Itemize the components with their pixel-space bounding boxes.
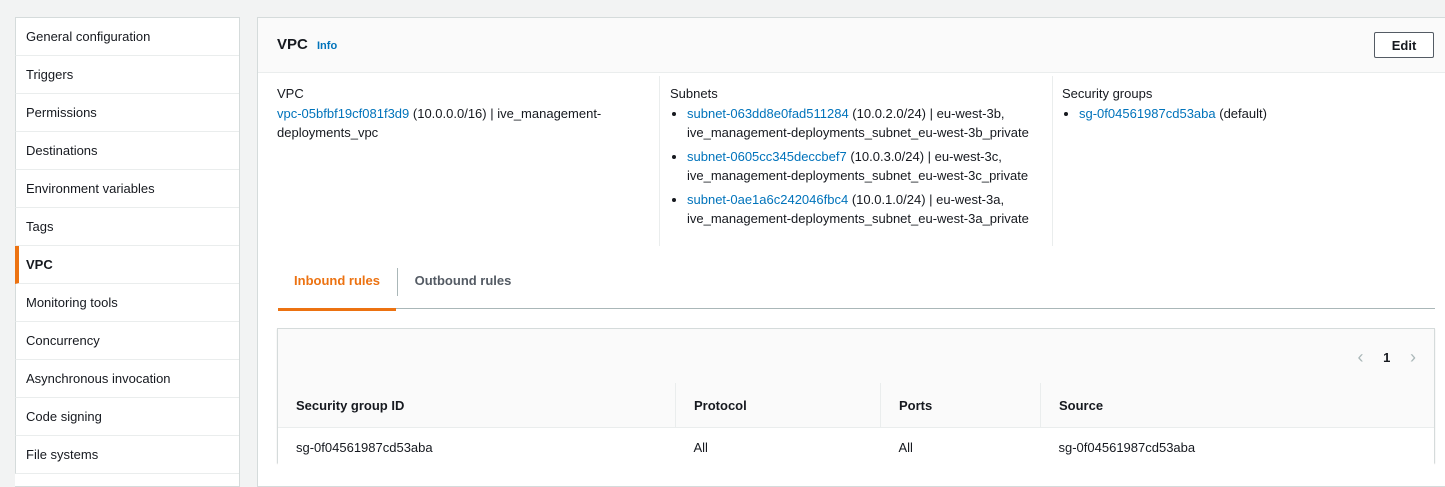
panel-header: VPC Info Edit: [258, 18, 1445, 73]
sidebar-nav: General configuration Triggers Permissio…: [15, 17, 240, 487]
list-item: sg-0f04561987cd53aba (default): [1079, 104, 1442, 123]
sidebar-item-general-configuration[interactable]: General configuration: [15, 18, 239, 56]
security-group-detail: (default): [1215, 106, 1267, 121]
list-item: subnet-0605cc345deccbef7 (10.0.3.0/24) |…: [687, 147, 1062, 185]
sidebar-item-environment-variables[interactable]: Environment variables: [15, 170, 239, 208]
rules-table: Security group ID Protocol Ports Source …: [278, 383, 1434, 466]
vpc-details: (10.0.0.0/16) | ive_management-: [409, 106, 602, 121]
subnet-link[interactable]: subnet-0605cc345deccbef7: [687, 149, 847, 164]
vpc-value: vpc-05bfbf19cf081f3d9 (10.0.0.0/16) | iv…: [277, 104, 657, 142]
vpc-id-link[interactable]: vpc-05bfbf19cf081f3d9: [277, 106, 409, 121]
sidebar-item-file-systems[interactable]: File systems: [15, 436, 239, 474]
tab-outbound-rules[interactable]: Outbound rules: [397, 268, 528, 296]
vpc-column: VPC vpc-05bfbf19cf081f3d9 (10.0.0.0/16) …: [277, 76, 657, 246]
rules-table-container: ‹ 1 › Security group ID Protocol Ports S…: [277, 328, 1435, 466]
list-item: subnet-063dd8e0fad511284 (10.0.2.0/24) |…: [687, 104, 1062, 142]
vpc-label: VPC: [277, 86, 304, 101]
table-row: sg-0f04561987cd53aba All All sg-0f045619…: [278, 427, 1434, 466]
edit-button[interactable]: Edit: [1374, 32, 1434, 58]
column-header-ports[interactable]: Ports: [880, 383, 1041, 428]
security-group-link[interactable]: sg-0f04561987cd53aba: [1079, 106, 1216, 121]
subnets-column: Subnets subnet-063dd8e0fad511284 (10.0.2…: [659, 76, 1062, 246]
sidebar-item-vpc[interactable]: VPC: [15, 246, 239, 284]
vpc-name-cont: deployments_vpc: [277, 125, 379, 140]
subnet-name: ive_management-deployments_subnet_eu-wes…: [687, 125, 1029, 140]
page-number[interactable]: 1: [1383, 350, 1390, 365]
table-header-row: Security group ID Protocol Ports Source: [278, 383, 1434, 428]
pagination: ‹ 1 ›: [1354, 347, 1420, 367]
subnet-list: subnet-063dd8e0fad511284 (10.0.2.0/24) |…: [670, 104, 1062, 228]
column-header-protocol[interactable]: Protocol: [675, 383, 881, 428]
security-groups-column: Security groups sg-0f04561987cd53aba (de…: [1052, 76, 1442, 246]
page-title: VPC: [277, 36, 308, 53]
column-header-security-group-id[interactable]: Security group ID: [278, 383, 676, 428]
sidebar-item-triggers[interactable]: Triggers: [15, 56, 239, 94]
sidebar-item-code-signing[interactable]: Code signing: [15, 398, 239, 436]
security-groups-label: Security groups: [1062, 86, 1153, 101]
sidebar-item-destinations[interactable]: Destinations: [15, 132, 239, 170]
subnet-detail: (10.0.2.0/24) | eu-west-3b,: [848, 106, 1005, 121]
sidebar-item-concurrency[interactable]: Concurrency: [15, 322, 239, 360]
sidebar-item-asynchronous-invocation[interactable]: Asynchronous invocation: [15, 360, 239, 398]
subnet-name: ive_management-deployments_subnet_eu-wes…: [687, 211, 1029, 226]
info-link[interactable]: Info: [317, 40, 337, 52]
vpc-panel: VPC Info Edit VPC vpc-05bfbf19cf081f3d9 …: [257, 17, 1445, 487]
subnets-label: Subnets: [670, 86, 718, 101]
security-group-list: sg-0f04561987cd53aba (default): [1062, 104, 1442, 123]
column-header-source[interactable]: Source: [1040, 383, 1434, 428]
sidebar-item-monitoring-tools[interactable]: Monitoring tools: [15, 284, 239, 322]
subnet-name: ive_management-deployments_subnet_eu-wes…: [687, 168, 1029, 183]
chevron-left-icon[interactable]: ‹: [1354, 347, 1368, 368]
cell-security-group-id: sg-0f04561987cd53aba: [278, 427, 676, 466]
sidebar-item-permissions[interactable]: Permissions: [15, 94, 239, 132]
chevron-right-icon[interactable]: ›: [1406, 347, 1420, 368]
cell-source: sg-0f04561987cd53aba: [1040, 427, 1434, 466]
cell-protocol: All: [675, 427, 881, 466]
subnet-detail: (10.0.1.0/24) | eu-west-3a,: [848, 192, 1005, 207]
tab-inbound-rules[interactable]: Inbound rules: [278, 268, 396, 311]
rules-tabs: Inbound rules Outbound rules: [278, 268, 1435, 311]
subnet-detail: (10.0.3.0/24) | eu-west-3c,: [846, 149, 1002, 164]
cell-ports: All: [880, 427, 1041, 466]
sidebar-item-tags[interactable]: Tags: [15, 208, 239, 246]
list-item: subnet-0ae1a6c242046fbc4 (10.0.1.0/24) |…: [687, 190, 1062, 228]
subnet-link[interactable]: subnet-063dd8e0fad511284: [687, 106, 849, 121]
subnet-link[interactable]: subnet-0ae1a6c242046fbc4: [687, 192, 848, 207]
